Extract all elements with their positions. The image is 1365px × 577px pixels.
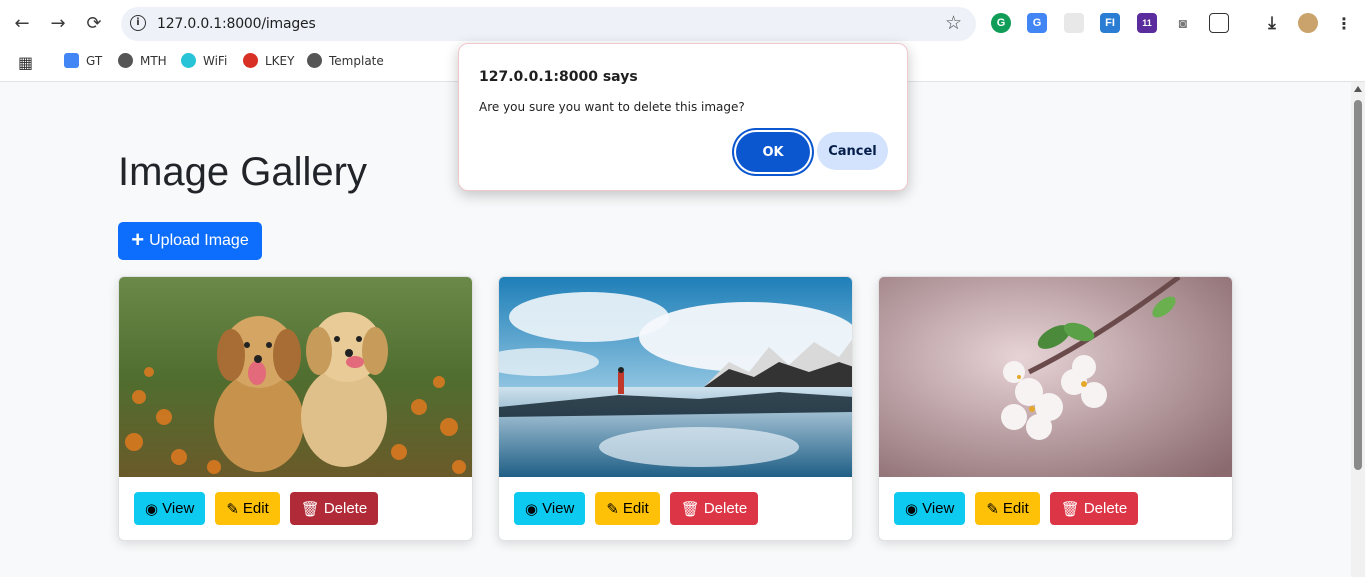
page-scrollbar[interactable] — [1351, 82, 1365, 577]
bookmark-gt[interactable]: GT — [64, 53, 102, 68]
apps-grid-icon[interactable]: ▦ — [18, 53, 33, 72]
site-info-icon[interactable]: i — [130, 15, 146, 31]
edit-label: Edit — [242, 500, 269, 517]
bookmark-label: MTH — [140, 53, 167, 68]
bookmark-star-icon[interactable]: ☆ — [945, 12, 962, 34]
eye-icon: ◉ — [525, 500, 539, 518]
delete-label: Delete — [1083, 500, 1128, 517]
trash-icon: 🗑 — [1060, 500, 1080, 518]
reload-icon[interactable]: ⟳ — [82, 11, 106, 35]
delete-button[interactable]: 🗑 Delete — [289, 492, 379, 525]
puzzle-icon[interactable] — [1209, 13, 1229, 33]
key-icon — [243, 53, 258, 68]
tp-link-icon — [181, 53, 196, 68]
card-image-blossom — [879, 277, 1232, 477]
download-icon[interactable]: ⤓ — [1262, 13, 1282, 33]
card-image-puppies — [119, 277, 472, 477]
kebab-menu-icon[interactable]: ⋮ — [1334, 13, 1354, 33]
delete-button[interactable]: 🗑 Delete — [669, 492, 759, 525]
delete-label: Delete — [323, 500, 368, 517]
url-text[interactable]: 127.0.0.1:8000/images — [157, 16, 316, 32]
plus-icon: + — [131, 226, 145, 252]
upload-button-label: Upload Image — [149, 232, 249, 249]
eye-icon: ◉ — [905, 500, 919, 518]
edit-button[interactable]: ✎ Edit — [595, 492, 660, 525]
google-translate-icon — [64, 53, 79, 68]
scroll-up-arrow-icon[interactable] — [1354, 86, 1362, 92]
card-image-lake — [499, 277, 852, 477]
bookmark-label: GT — [86, 53, 103, 68]
camera-icon[interactable]: ◙ — [1173, 13, 1193, 33]
bookmark-mth[interactable]: MTH — [118, 53, 167, 68]
edit-label: Edit — [1002, 500, 1029, 517]
grammarly-icon[interactable]: G — [991, 13, 1011, 33]
forward-icon[interactable]: → — [46, 11, 70, 35]
card-actions: ◉ View ✎ Edit 🗑 Delete — [134, 492, 379, 525]
trash-icon: 🗑 — [680, 500, 700, 518]
globe-icon — [118, 53, 133, 68]
gallery-card: ◉ View ✎ Edit 🗑 Delete — [878, 276, 1233, 541]
confirm-dialog: 127.0.0.1:8000 says Are you sure you wan… — [458, 43, 908, 191]
ok-button[interactable]: OK — [736, 132, 810, 172]
card-actions: ◉ View ✎ Edit 🗑 Delete — [514, 492, 759, 525]
trash-icon: 🗑 — [300, 500, 320, 518]
page-title: Image Gallery — [118, 150, 367, 194]
bookmark-template[interactable]: Template — [307, 53, 384, 68]
scroll-thumb[interactable] — [1354, 100, 1362, 470]
edit-icon: ✎ — [986, 500, 999, 518]
view-button[interactable]: ◉ View — [894, 492, 966, 525]
delete-button[interactable]: 🗑 Delete — [1049, 492, 1139, 525]
delete-label: Delete — [703, 500, 748, 517]
view-label: View — [922, 500, 955, 517]
view-button[interactable]: ◉ View — [134, 492, 206, 525]
bookmark-label: LKEY — [265, 53, 295, 68]
view-button[interactable]: ◉ View — [514, 492, 586, 525]
avatar[interactable] — [1298, 13, 1318, 33]
bookmark-label: Template — [329, 53, 384, 68]
edit-icon: ✎ — [606, 500, 619, 518]
edit-button[interactable]: ✎ Edit — [975, 492, 1040, 525]
edit-label: Edit — [622, 500, 649, 517]
cancel-button[interactable]: Cancel — [817, 132, 888, 170]
eye-icon: ◉ — [145, 500, 159, 518]
browser-toolbar: ← → ⟳ i 127.0.0.1:8000/images ☆ G G FI 1… — [0, 0, 1365, 46]
view-label: View — [162, 500, 195, 517]
dialog-title: 127.0.0.1:8000 says — [479, 69, 638, 85]
address-bar[interactable]: i 127.0.0.1:8000/images ☆ — [121, 7, 976, 41]
card-actions: ◉ View ✎ Edit 🗑 Delete — [894, 492, 1139, 525]
extension-icon[interactable] — [1064, 13, 1084, 33]
google-translate-icon[interactable]: G — [1027, 13, 1047, 33]
upload-image-button[interactable]: + Upload Image — [118, 222, 262, 260]
graduation-cap-icon[interactable]: 11 — [1137, 13, 1157, 33]
bookmark-wifi[interactable]: WiFi — [181, 53, 227, 68]
gallery-card: ◉ View ✎ Edit 🗑 Delete — [118, 276, 473, 541]
dialog-message: Are you sure you want to delete this ima… — [479, 100, 745, 114]
edit-button[interactable]: ✎ Edit — [215, 492, 280, 525]
bookmark-label: WiFi — [203, 53, 228, 68]
extension-badge: 11 — [1142, 18, 1152, 28]
gallery-card: ◉ View ✎ Edit 🗑 Delete — [498, 276, 853, 541]
back-icon[interactable]: ← — [10, 11, 34, 35]
globe-icon — [307, 53, 322, 68]
bookmark-lkey[interactable]: LKEY — [243, 53, 294, 68]
view-label: View — [542, 500, 575, 517]
fi-extension-icon[interactable]: FI — [1100, 13, 1120, 33]
edit-icon: ✎ — [226, 500, 239, 518]
